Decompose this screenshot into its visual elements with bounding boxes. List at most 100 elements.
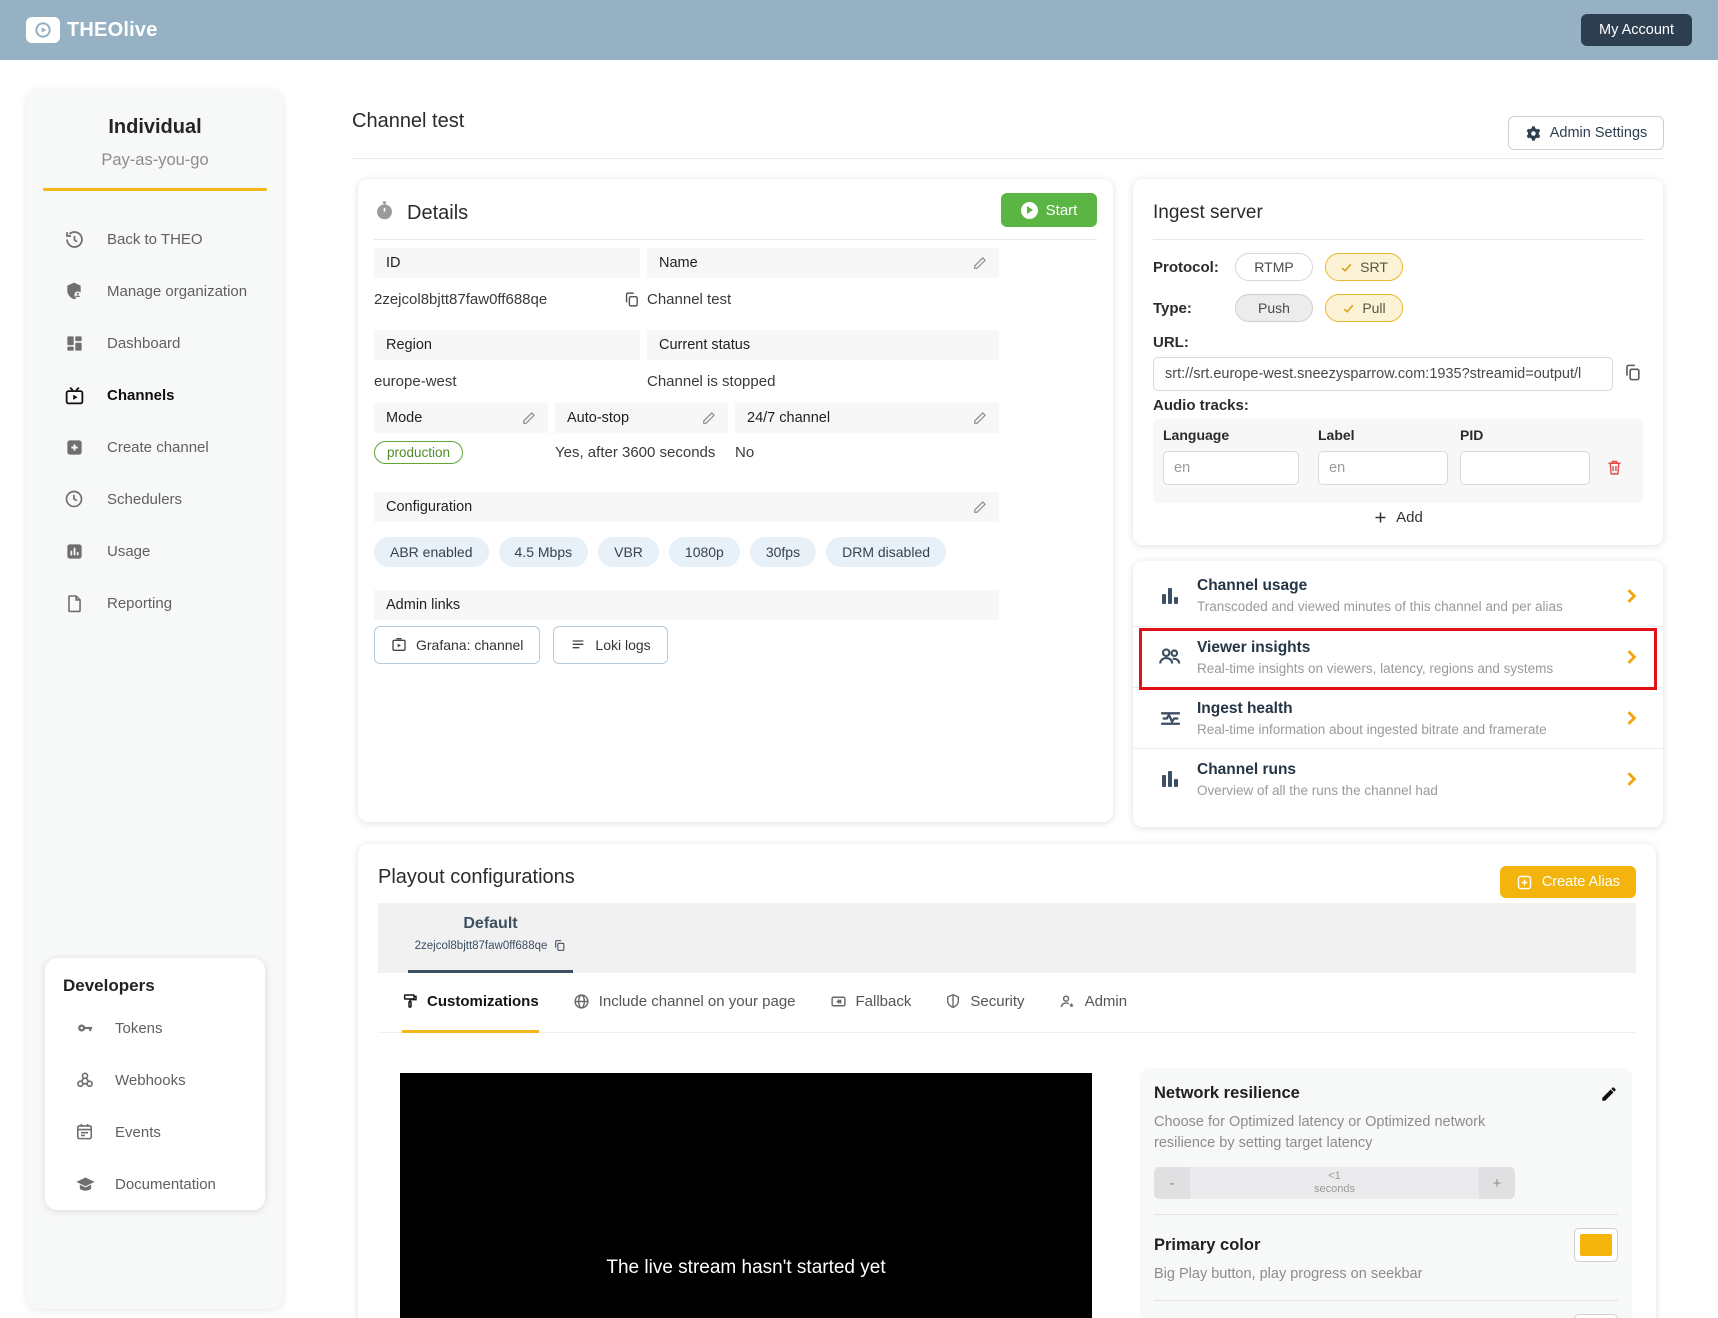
sidebar-item-create-channel[interactable]: Create channel	[27, 421, 283, 473]
sidebar-item-label: Create channel	[107, 439, 209, 456]
admin-person-icon	[1059, 993, 1076, 1010]
grafana-channel-button[interactable]: Grafana: channel	[374, 626, 540, 664]
viewer-insights-link[interactable]: Viewer insights Real-time insights on vi…	[1133, 626, 1663, 687]
pid-input[interactable]	[1460, 451, 1590, 485]
channel-usage-link[interactable]: Channel usage Transcoded and viewed minu…	[1133, 565, 1663, 626]
alias-tab-default[interactable]: Default 2zejcol8bjtt87faw0ff688qe	[408, 903, 573, 973]
sidebar-item-usage[interactable]: Usage	[27, 525, 283, 577]
tab-admin[interactable]: Admin	[1059, 973, 1128, 1033]
latency-decrease-button[interactable]: -	[1154, 1167, 1190, 1199]
sidebar-item-schedulers[interactable]: Schedulers	[27, 473, 283, 525]
start-button[interactable]: Start	[1001, 193, 1097, 227]
region-label-row: Region	[374, 330, 640, 360]
sidebar-item-documentation[interactable]: Documentation	[63, 1158, 265, 1210]
tab-include-channel[interactable]: Include channel on your page	[573, 973, 796, 1033]
sidebar-item-reporting[interactable]: Reporting	[27, 577, 283, 629]
mode-badge: production	[374, 441, 463, 464]
documentation-icon	[75, 1174, 95, 1194]
details-card: Details Start ID Name 2zejcol8bjtt87faw0…	[358, 179, 1113, 822]
loki-logs-button[interactable]: Loki logs	[553, 626, 667, 664]
globe-icon	[573, 993, 590, 1010]
developers-title: Developers	[63, 976, 265, 996]
language-input[interactable]	[1163, 451, 1299, 485]
sidebar-item-manage-organization[interactable]: Manage organization	[27, 265, 283, 317]
latency-increase-button[interactable]: +	[1479, 1167, 1515, 1199]
pulse-icon	[1157, 705, 1183, 731]
my-account-button[interactable]: My Account	[1581, 14, 1692, 46]
alias-id-value: 2zejcol8bjtt87faw0ff688qe	[415, 940, 548, 952]
config-chip: DRM disabled	[826, 537, 946, 567]
chevron-right-icon[interactable]	[1621, 586, 1641, 606]
sidebar-item-back-to-theo[interactable]: Back to THEO	[27, 213, 283, 265]
status-label-row: Current status	[647, 330, 999, 360]
calendar-icon	[75, 1122, 95, 1142]
label-column-header: Label	[1318, 427, 1355, 443]
edit-name-icon[interactable]	[973, 256, 987, 270]
key-icon	[75, 1018, 95, 1038]
sidebar-item-dashboard[interactable]: Dashboard	[27, 317, 283, 369]
name-label-row: Name	[647, 248, 999, 278]
type-push-option[interactable]: Push	[1235, 294, 1313, 322]
delete-track-icon[interactable]	[1606, 459, 1623, 481]
create-channel-icon	[63, 436, 85, 458]
configuration-chips: ABR enabled 4.5 Mbps VBR 1080p 30fps DRM…	[374, 537, 999, 567]
region-value: europe-west	[374, 373, 457, 390]
label-input[interactable]	[1318, 451, 1448, 485]
tab-security[interactable]: Security	[945, 973, 1024, 1033]
sidebar-item-events[interactable]: Events	[63, 1106, 265, 1158]
protocol-srt-option[interactable]: SRT	[1325, 253, 1403, 281]
link-description: Real-time insights on viewers, latency, …	[1197, 661, 1597, 676]
edit-network-resilience-icon[interactable]	[1600, 1085, 1618, 1103]
channels-icon	[63, 384, 85, 406]
player-message: The live stream hasn't started yet	[606, 1257, 885, 1279]
sidebar-item-webhooks[interactable]: Webhooks	[63, 1054, 265, 1106]
bar-chart-icon	[1157, 583, 1183, 609]
config-chip: 1080p	[669, 537, 740, 567]
copy-alias-id-icon[interactable]	[553, 939, 566, 952]
video-player[interactable]: The live stream hasn't started yet	[400, 1073, 1092, 1318]
chevron-right-icon[interactable]	[1621, 647, 1641, 667]
ingest-health-link[interactable]: Ingest health Real-time information abou…	[1133, 687, 1663, 748]
tab-customizations[interactable]: Customizations	[402, 973, 539, 1033]
edit-auto-stop-icon[interactable]	[702, 411, 716, 425]
config-chip: 4.5 Mbps	[499, 537, 589, 567]
primary-color-title: Primary color	[1154, 1236, 1260, 1255]
playout-tab-bar: Customizations Include channel on your p…	[378, 973, 1636, 1033]
protocol-rtmp-option[interactable]: RTMP	[1235, 253, 1313, 281]
top-bar: THEOlive My Account	[0, 0, 1718, 60]
add-track-button[interactable]: Add	[1133, 509, 1663, 526]
chevron-right-icon[interactable]	[1621, 708, 1641, 728]
admin-settings-label: Admin Settings	[1550, 125, 1648, 141]
grafana-icon	[391, 637, 407, 653]
status-value: Channel is stopped	[647, 373, 775, 390]
copy-id-icon[interactable]	[623, 291, 640, 308]
edit-247-icon[interactable]	[973, 411, 987, 425]
fallback-video-icon	[830, 993, 847, 1010]
organization-name: Individual	[27, 116, 283, 139]
edit-configuration-icon[interactable]	[973, 500, 987, 514]
edit-mode-icon[interactable]	[522, 411, 536, 425]
sidebar-item-tokens[interactable]: Tokens	[63, 1002, 265, 1054]
language-column-header: Language	[1163, 427, 1229, 443]
play-logo-icon	[26, 17, 60, 43]
secondary-color-swatch[interactable]	[1574, 1314, 1618, 1318]
auto-stop-label-row: Auto-stop	[555, 403, 728, 433]
tab-fallback[interactable]: Fallback	[830, 973, 912, 1033]
link-description: Real-time information about ingested bit…	[1197, 722, 1597, 737]
ingest-url-input[interactable]	[1153, 357, 1613, 391]
logs-icon	[570, 637, 586, 653]
type-pull-option[interactable]: Pull	[1325, 294, 1403, 322]
sidebar-item-channels[interactable]: Channels	[27, 369, 283, 421]
shield-icon	[945, 993, 961, 1009]
dev-item-label: Tokens	[115, 1020, 163, 1037]
copy-url-icon[interactable]	[1623, 363, 1642, 387]
chevron-right-icon[interactable]	[1621, 769, 1641, 789]
primary-color-swatch[interactable]	[1574, 1228, 1618, 1262]
dev-item-label: Events	[115, 1124, 161, 1141]
create-alias-button[interactable]: Create Alias	[1500, 866, 1636, 898]
admin-settings-button[interactable]: Admin Settings	[1508, 116, 1664, 150]
title-divider	[352, 158, 1663, 159]
url-label: URL:	[1153, 334, 1189, 351]
channel-runs-link[interactable]: Channel runs Overview of all the runs th…	[1133, 748, 1663, 809]
channel-name-value: Channel test	[647, 291, 731, 308]
